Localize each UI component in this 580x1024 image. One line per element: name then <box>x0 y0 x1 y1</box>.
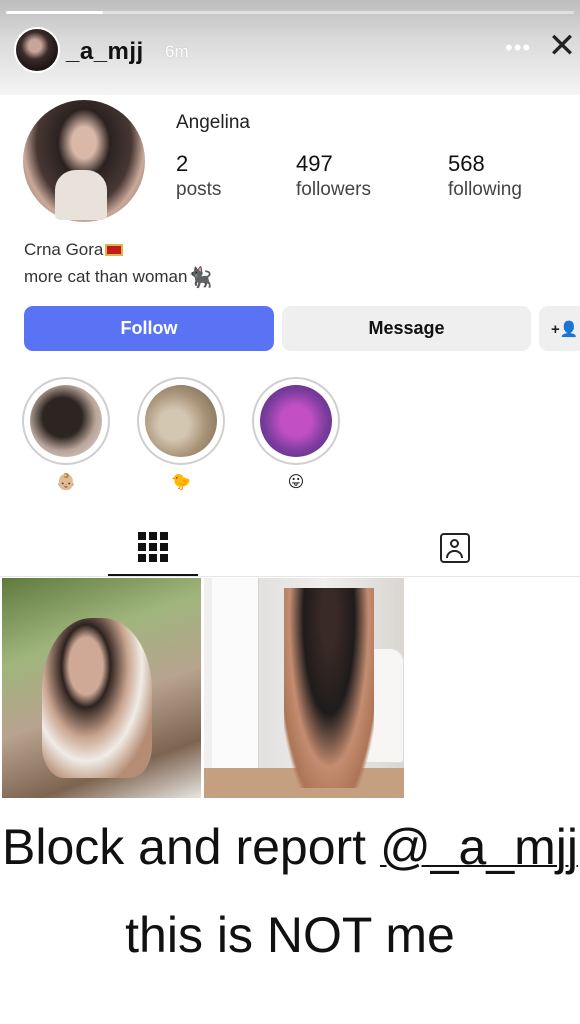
post-2-door <box>212 578 258 798</box>
highlight-2[interactable] <box>137 377 225 465</box>
highlight-3-cover <box>260 385 332 457</box>
tab-tagged[interactable] <box>400 520 510 576</box>
more-icon[interactable]: ••• <box>505 35 531 61</box>
story-avatar[interactable] <box>14 27 60 73</box>
post-thumbnail-1[interactable] <box>2 578 201 798</box>
close-icon[interactable]: ✕ <box>544 28 580 64</box>
bio-line-1: Crna Gora <box>24 240 124 260</box>
profile-avatar-detail <box>55 170 107 220</box>
grid-icon <box>138 532 168 562</box>
flag-montenegro-icon <box>105 244 124 256</box>
post-2-image <box>284 588 374 788</box>
highlight-1-label: 👶🏼 <box>56 474 76 491</box>
story-progress-bar <box>6 11 574 14</box>
highlight-1-cover <box>30 385 102 457</box>
bio-location: Crna Gora <box>24 240 104 259</box>
stat-following[interactable]: 568 following <box>448 150 522 202</box>
story-time: 6m <box>165 42 189 61</box>
tab-divider <box>0 576 580 577</box>
stat-followers-count: 497 <box>296 151 333 176</box>
stat-followers-label: followers <box>296 179 371 200</box>
add-user-button[interactable]: +👤 <box>539 306 580 351</box>
stat-following-count: 568 <box>448 151 485 176</box>
story-progress-fill <box>6 11 103 14</box>
caption-prefix: Block and report <box>1 819 380 875</box>
profile-name: Angelina <box>176 112 250 133</box>
highlight-2-label: 🐤 <box>171 474 191 491</box>
bio-text: more cat than woman <box>24 267 188 286</box>
highlight-3[interactable] <box>252 377 340 465</box>
post-1-image <box>42 618 152 778</box>
story-caption-line-2: this is NOT me <box>125 907 455 963</box>
story-header: _a_mjj 6m ••• ✕ <box>0 0 580 95</box>
follow-button[interactable]: Follow <box>24 306 274 351</box>
tagged-icon <box>440 533 470 563</box>
tab-posts-grid[interactable] <box>108 520 198 576</box>
stat-following-label: following <box>448 179 522 200</box>
caption-mention[interactable]: @_a_mjj <box>380 819 578 875</box>
story-caption-line-1: Block and report @_a_mjj <box>0 818 580 876</box>
highlight-1[interactable] <box>22 377 110 465</box>
story-username[interactable]: _a_mjj <box>66 38 144 66</box>
stat-posts-count: 2 <box>176 151 189 176</box>
highlight-3-label: 😛 <box>287 474 305 491</box>
add-user-icon: +👤 <box>551 320 579 338</box>
stat-posts-label: posts <box>176 179 222 200</box>
bio-line-2: more cat than woman🐈‍⬛ <box>24 265 212 290</box>
highlight-2-cover <box>145 385 217 457</box>
post-thumbnail-2[interactable] <box>204 578 404 798</box>
stat-followers[interactable]: 497 followers <box>296 150 371 202</box>
cat-icon: 🐈‍⬛ <box>187 267 213 289</box>
message-button[interactable]: Message <box>282 306 531 351</box>
stat-posts[interactable]: 2 posts <box>176 150 221 202</box>
